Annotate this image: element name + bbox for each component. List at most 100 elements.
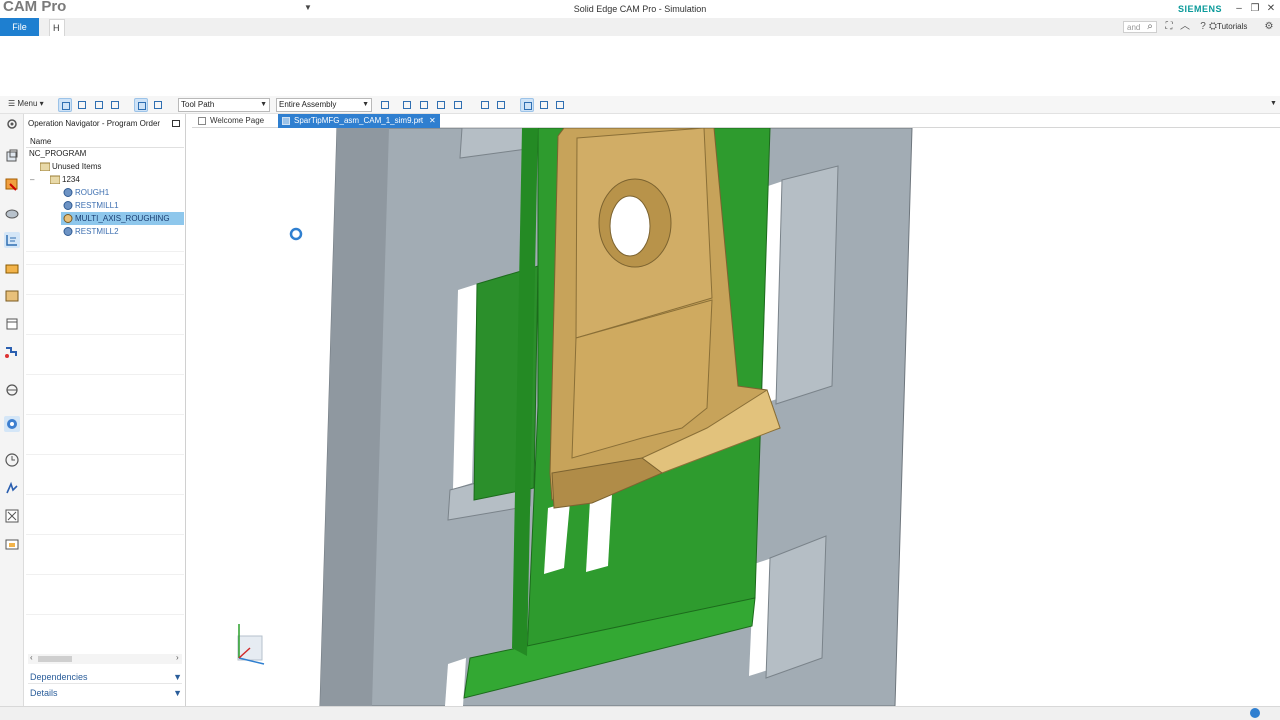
- show-hide-icon[interactable]: [537, 98, 551, 112]
- curve-rule-icon[interactable]: [400, 98, 414, 112]
- tree-node-multi-axis-roughing[interactable]: MULTI_AXIS_ROUGHING: [61, 212, 184, 225]
- folder-icon: [40, 162, 50, 171]
- constraint-navigator-icon[interactable]: [4, 176, 20, 192]
- view-shade-icon[interactable]: [478, 98, 492, 112]
- selection-toolbar: ☰ Menu ▾ Tool Path ▼ Entire Assembly ▼ ▼: [0, 96, 1280, 114]
- select-bodies-icon[interactable]: [108, 98, 122, 112]
- fixture-slot: [586, 494, 612, 572]
- ribbon-tab-row: File H and ⌕ ⛶ ︿ ? ⛭ Tutorials ⚙: [0, 18, 1280, 36]
- tutorials-link[interactable]: Tutorials: [1217, 22, 1247, 31]
- deselect-all-icon[interactable]: [134, 98, 148, 112]
- scrollbar-thumb[interactable]: [38, 656, 72, 662]
- palette-icon[interactable]: [4, 416, 20, 432]
- reuse-library-icon[interactable]: [4, 316, 20, 332]
- system-scene-icon[interactable]: [4, 536, 20, 552]
- hamburger-icon: ☰: [8, 99, 18, 108]
- grid-line: [26, 334, 184, 335]
- tree-node-1234[interactable]: – 1234: [24, 173, 184, 186]
- machine-tool-navigator-icon[interactable]: [4, 260, 20, 276]
- add-object-icon[interactable]: [451, 98, 465, 112]
- tree-node-unused-items[interactable]: Unused Items: [24, 160, 184, 173]
- part-file-icon: [282, 117, 290, 125]
- clear-display-icon[interactable]: [553, 98, 567, 112]
- busy-cursor-icon: [289, 227, 303, 241]
- part-bore-hole: [609, 195, 651, 257]
- view-wireframe-icon[interactable]: [494, 98, 508, 112]
- details-panel-header[interactable]: Details ▼: [28, 686, 182, 700]
- grid-line: [26, 454, 184, 455]
- minimize-button[interactable]: –: [1232, 2, 1246, 16]
- select-filter-icon[interactable]: [58, 98, 72, 112]
- tree-node-label: RESTMILL2: [75, 227, 119, 236]
- home-tab[interactable]: H: [49, 19, 65, 36]
- select-edges-icon[interactable]: [92, 98, 106, 112]
- dependencies-panel-header[interactable]: Dependencies ▼: [28, 670, 182, 684]
- operation-navigator-icon[interactable]: [4, 232, 20, 248]
- frame-bar: [775, 165, 839, 405]
- type-filter-select[interactable]: Tool Path ▼: [178, 98, 270, 112]
- grid-line: [26, 251, 184, 252]
- tree-node-label: RESTMILL1: [75, 201, 119, 210]
- face-rule-icon[interactable]: [417, 98, 431, 112]
- horizontal-scrollbar[interactable]: ‹ ›: [28, 653, 182, 664]
- roles-icon[interactable]: [4, 508, 20, 524]
- tree-node-restmill2[interactable]: RESTMILL2: [24, 225, 184, 238]
- collapse-toggle-icon[interactable]: –: [30, 173, 34, 186]
- scroll-right-icon[interactable]: ›: [176, 653, 179, 662]
- feature-navigator-icon[interactable]: [4, 288, 20, 304]
- grid-line: [26, 414, 184, 415]
- menu-button[interactable]: ☰ Menu ▾: [8, 99, 44, 108]
- quick-pick-icon[interactable]: [151, 98, 165, 112]
- tree-node-nc-program[interactable]: NC_PROGRAM: [24, 147, 184, 160]
- hd3d-tools-icon[interactable]: [4, 344, 20, 360]
- dependencies-label: Dependencies: [30, 672, 88, 682]
- tree-node-restmill1[interactable]: RESTMILL1: [24, 199, 184, 212]
- snap-point-icon[interactable]: [378, 98, 392, 112]
- operation-navigator-panel: Operation Navigator - Program Order Name…: [24, 114, 186, 706]
- fullscreen-icon[interactable]: ⛶: [1162, 20, 1176, 34]
- frame-bar: [765, 535, 827, 679]
- type-filter-value: Tool Path: [181, 100, 215, 109]
- tree-node-rough1[interactable]: ROUGH1: [24, 186, 184, 199]
- scroll-left-icon[interactable]: ‹: [30, 653, 33, 662]
- graphics-window[interactable]: [192, 128, 1280, 706]
- show-toolpath-icon[interactable]: [520, 98, 534, 112]
- ribbon-body: [0, 36, 1280, 96]
- tree-node-label: ROUGH1: [75, 188, 110, 197]
- program-group-icon: [50, 175, 60, 184]
- status-globe-icon[interactable]: [1250, 708, 1260, 718]
- title-bar: CAM Pro ▼ Solid Edge CAM Pro - Simulatio…: [0, 0, 1280, 18]
- scope-select[interactable]: Entire Assembly ▼: [276, 98, 372, 112]
- view-triad-icon[interactable]: [237, 624, 265, 665]
- tab-part-file[interactable]: SparTipMFG_asm_CAM_1_sim9.prt ▫ ✕: [278, 114, 440, 128]
- tab-label: SparTipMFG_asm_CAM_1_sim9.prt: [294, 116, 424, 125]
- restore-button[interactable]: ❐: [1248, 2, 1262, 16]
- model-viewport[interactable]: [192, 128, 1280, 706]
- tab-pin-icon[interactable]: ▫: [418, 114, 421, 128]
- part-navigator-icon[interactable]: [4, 204, 20, 220]
- assembly-navigator-icon[interactable]: [4, 148, 20, 164]
- collapse-ribbon-icon[interactable]: ︿: [1178, 20, 1192, 34]
- navigator-title: Operation Navigator - Program Order: [28, 119, 161, 128]
- tree-node-label: Unused Items: [52, 162, 102, 171]
- settings-icon[interactable]: ⚙: [1262, 20, 1276, 34]
- tab-welcome-page[interactable]: Welcome Page: [194, 114, 274, 128]
- multi-axis-operation-icon: [63, 214, 73, 223]
- web-browser-icon[interactable]: [4, 382, 20, 398]
- grid-line: [26, 374, 184, 375]
- toolbar-overflow-icon[interactable]: ▼: [1270, 100, 1277, 107]
- settings-gear-icon[interactable]: [4, 116, 20, 132]
- maximize-panel-icon[interactable]: [172, 120, 180, 127]
- grid-line: [26, 294, 184, 295]
- search-icon[interactable]: ⌕: [1143, 20, 1157, 34]
- close-tab-icon[interactable]: ✕: [429, 114, 436, 128]
- details-label: Details: [30, 688, 58, 698]
- window-title: Solid Edge CAM Pro - Simulation: [573, 4, 707, 14]
- feature-select-icon[interactable]: [434, 98, 448, 112]
- close-window-button[interactable]: ✕: [1264, 2, 1278, 16]
- grid-line: [26, 614, 184, 615]
- file-tab[interactable]: File: [0, 18, 39, 36]
- select-faces-icon[interactable]: [75, 98, 89, 112]
- process-studio-icon[interactable]: [4, 480, 20, 496]
- history-icon[interactable]: [4, 452, 20, 468]
